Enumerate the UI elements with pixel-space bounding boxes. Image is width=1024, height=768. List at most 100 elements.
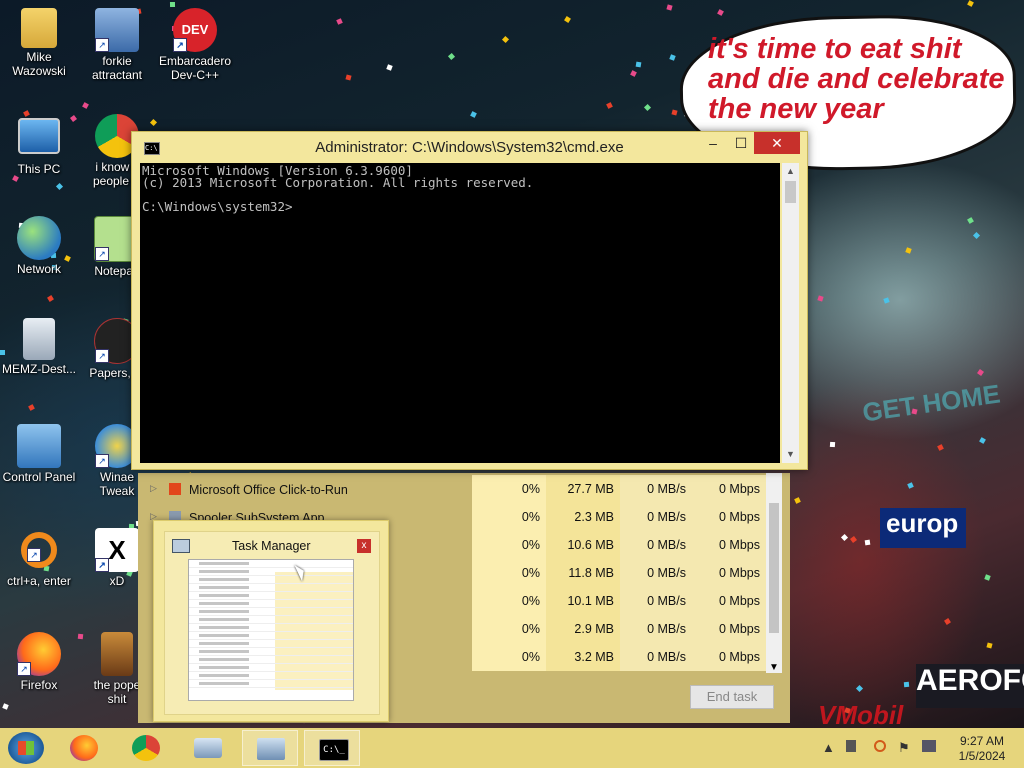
chrome-icon xyxy=(132,735,160,761)
cpu-cell: 0% xyxy=(472,503,546,531)
icon-label: Mike xyxy=(26,50,52,64)
cmd-window[interactable]: C:\ Administrator: C:\Windows\System32\c… xyxy=(131,131,808,470)
memory-cell: 2.9 MB xyxy=(546,615,620,643)
battery-icon[interactable] xyxy=(846,740,856,752)
disk-cell: 0 MB/s xyxy=(620,559,692,587)
icon-label: ctrl+a, enter xyxy=(7,574,71,588)
desktop-icon-memz[interactable]: MEMZ-Dest... xyxy=(0,318,82,376)
desktop-icon-forkie-attractant[interactable]: ↗ forkie attractant xyxy=(74,8,160,82)
confetti-piece xyxy=(47,295,54,302)
desktop-icon-control-panel[interactable]: Control Panel xyxy=(0,424,82,484)
minimize-button[interactable]: – xyxy=(698,132,728,154)
console-prompt: C:\Windows\system32> xyxy=(142,199,293,214)
taskbar-task-manager[interactable] xyxy=(242,730,298,766)
disk-cell: 0 MB/s xyxy=(620,475,692,503)
taskbar-chrome[interactable] xyxy=(118,730,174,766)
control-panel-icon: ↗ xyxy=(95,8,139,52)
confetti-piece xyxy=(883,297,890,304)
process-name: Microsoft Office Click-to-Run xyxy=(189,483,348,497)
show-hidden-icons-button[interactable]: ▲ xyxy=(822,740,835,755)
confetti-piece xyxy=(630,70,637,77)
cpu-cell: 0% xyxy=(472,531,546,559)
icon-label: Embarcadero xyxy=(158,54,232,68)
desktop-icon-network[interactable]: Network xyxy=(0,216,82,276)
network-cell: 0 Mbps xyxy=(692,475,766,503)
icon-label: forkie xyxy=(102,54,132,68)
confetti-piece xyxy=(794,497,801,504)
memory-cell: 11.8 MB xyxy=(546,559,620,587)
confetti-piece xyxy=(829,441,836,448)
console-scrollbar[interactable]: ▲ ▼ xyxy=(782,163,799,463)
confetti-piece xyxy=(907,482,914,489)
close-button[interactable]: ✕ xyxy=(754,132,800,154)
task-manager-icon xyxy=(172,539,190,553)
desktop-icon-dev-cpp[interactable]: DEV ↗ Embarcadero Dev-C++ xyxy=(152,8,238,82)
wallpaper-sign-europ: europ xyxy=(880,508,966,548)
confetti-piece xyxy=(669,54,676,61)
scroll-down-icon[interactable]: ▼ xyxy=(782,446,799,463)
start-button[interactable] xyxy=(8,732,44,764)
expand-chevron-icon[interactable]: ▷ xyxy=(150,483,157,494)
confetti-piece xyxy=(28,404,35,411)
cmd-titlebar[interactable]: C:\ Administrator: C:\Windows\System32\c… xyxy=(132,132,807,162)
confetti-piece xyxy=(905,247,912,254)
memory-cell: 2.3 MB xyxy=(546,503,620,531)
memory-cell: 10.1 MB xyxy=(546,587,620,615)
cpu-cell: 0% xyxy=(472,587,546,615)
end-task-button[interactable]: End task xyxy=(690,685,774,709)
taskbar-thumbnail-preview[interactable]: Task Manager x xyxy=(153,520,389,722)
console-output[interactable]: Microsoft Windows [Version 6.3.9600] (c)… xyxy=(140,163,780,463)
memory-cell: 10.6 MB xyxy=(546,531,620,559)
confetti-piece xyxy=(671,109,678,116)
confetti-piece xyxy=(55,182,64,191)
confetti-piece xyxy=(717,9,724,16)
scroll-up-icon[interactable]: ▲ xyxy=(782,163,799,180)
desktop-icon-ctrl-a-enter[interactable]: ↗ ctrl+a, enter xyxy=(0,528,82,588)
network-tray-icon[interactable] xyxy=(922,740,936,752)
speech-line-3: the new year xyxy=(708,93,884,125)
cmd-icon: C:\_ xyxy=(319,739,349,761)
confetti-piece xyxy=(606,102,613,109)
scrollbar-thumb[interactable] xyxy=(785,181,796,203)
scrollbar-thumb[interactable] xyxy=(769,503,779,633)
confetti-piece xyxy=(666,4,673,11)
control-panel-icon xyxy=(17,424,61,468)
image-icon xyxy=(101,632,133,676)
taskbar-firefox[interactable] xyxy=(56,730,112,766)
wallpaper-sign-gethome: GET HOME xyxy=(860,378,1003,428)
desktop-icon-firefox[interactable]: ↗ Firefox xyxy=(0,632,82,692)
desktop-icon-this-pc[interactable]: This PC xyxy=(0,114,82,176)
taskbar-cmd[interactable]: C:\_ xyxy=(304,730,360,766)
disk-cell: 0 MB/s xyxy=(620,587,692,615)
taskbar-on-screen-keyboard[interactable] xyxy=(180,730,236,766)
console-line: (c) 2013 Microsoft Corporation. All righ… xyxy=(142,175,534,190)
network-cell: 0 Mbps xyxy=(692,503,766,531)
desktop-icon-mike-wazowski[interactable]: Mike Wazowski xyxy=(0,8,82,78)
action-center-flag-icon[interactable]: ⚑ xyxy=(898,740,910,756)
preview-thumbnail-image xyxy=(188,559,354,701)
network-cell: 0 Mbps xyxy=(692,559,766,587)
shortcut-arrow-icon: ↗ xyxy=(95,247,109,261)
speech-line-2: and die and celebrate xyxy=(708,63,1005,95)
confetti-piece xyxy=(336,18,343,25)
confetti-piece xyxy=(977,369,984,376)
confetti-piece xyxy=(840,533,849,542)
orange-ring-icon: ↗ xyxy=(21,532,57,568)
confetti-piece xyxy=(470,111,477,118)
clock-date: 1/5/2024 xyxy=(958,749,1006,763)
scroll-down-icon[interactable]: ▼ xyxy=(766,662,782,673)
icon-label: MEMZ-Dest... xyxy=(2,362,76,376)
system-clock[interactable]: 9:27 AM 1/5/2024 xyxy=(946,734,1018,764)
maximize-button[interactable]: ☐ xyxy=(728,132,754,154)
search-icon[interactable] xyxy=(874,740,886,752)
process-row[interactable]: ▷ Microsoft Office Click-to-Run 0% 27.7 … xyxy=(138,475,766,503)
icon-label: Network xyxy=(16,262,61,276)
confetti-piece xyxy=(979,437,986,444)
network-cell: 0 Mbps xyxy=(692,587,766,615)
preview-close-button[interactable]: x xyxy=(357,539,371,553)
process-list-scrollbar[interactable]: ▼ xyxy=(766,473,782,673)
cpu-cell: 0% xyxy=(472,643,546,671)
clock-time: 9:27 AM xyxy=(959,734,1005,748)
memory-cell: 27.7 MB xyxy=(546,475,620,503)
confetti-piece xyxy=(564,16,571,23)
